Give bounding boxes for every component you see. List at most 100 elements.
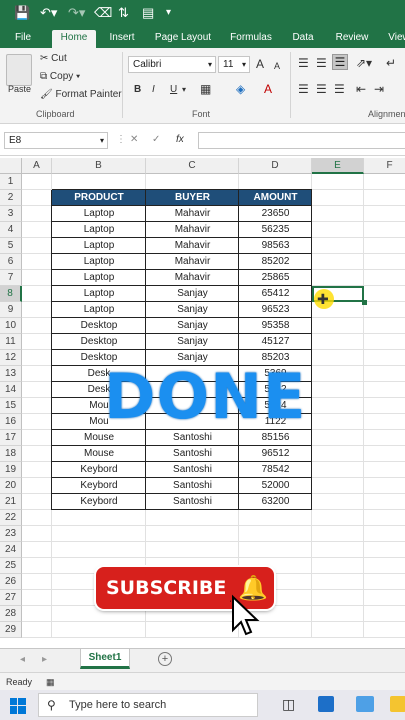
fill-handle[interactable] <box>362 300 367 305</box>
row-header[interactable]: 13 <box>0 366 22 382</box>
column-header-e[interactable]: E <box>312 158 364 174</box>
table-header-cell[interactable]: PRODUCT <box>52 190 146 206</box>
orientation-icon[interactable]: ⇗▾ <box>356 56 372 70</box>
row-header[interactable]: 24 <box>0 542 22 558</box>
underline-button[interactable]: U <box>170 83 177 97</box>
row-header[interactable]: 21 <box>0 494 22 510</box>
formula-input[interactable] <box>198 132 405 149</box>
font-color-button[interactable]: A <box>264 82 272 96</box>
table-cell[interactable]: Laptop <box>52 286 146 302</box>
column-header-a[interactable]: A <box>22 158 52 174</box>
row-header[interactable]: 14 <box>0 382 22 398</box>
name-box[interactable]: E8 ▾ <box>4 132 108 149</box>
row-header[interactable]: 6 <box>0 254 22 270</box>
table-cell[interactable]: Desktop <box>52 334 146 350</box>
table-cell[interactable]: Santoshi <box>146 494 239 510</box>
table-header-cell[interactable]: AMOUNT <box>239 190 312 206</box>
table-header-cell[interactable]: BUYER <box>146 190 239 206</box>
column-header-d[interactable]: D <box>239 158 312 174</box>
underline-dropdown-icon[interactable]: ▾ <box>182 83 186 97</box>
table-cell[interactable]: Laptop <box>52 254 146 270</box>
row-header[interactable]: 22 <box>0 510 22 526</box>
table-cell[interactable]: Desktop <box>52 318 146 334</box>
table-cell[interactable]: 96523 <box>239 302 312 318</box>
row-header[interactable]: 8 <box>0 286 22 302</box>
edge-browser-icon[interactable] <box>318 696 334 712</box>
scroll-left-icon[interactable]: ◂ <box>20 653 25 667</box>
row-header[interactable]: 26 <box>0 574 22 590</box>
row-header[interactable]: 9 <box>0 302 22 318</box>
undo-icon[interactable]: ↶▾ <box>40 4 57 22</box>
windows-start-icon[interactable] <box>10 698 26 714</box>
format-painter-button[interactable]: 🖌 Format Painter <box>40 88 122 102</box>
table-cell[interactable]: Sanjay <box>146 334 239 350</box>
italic-button[interactable]: I <box>152 83 155 97</box>
table-cell[interactable]: 23650 <box>239 206 312 222</box>
table-cell[interactable]: 96512 <box>239 446 312 462</box>
insert-function-button[interactable]: fx <box>176 133 184 147</box>
table-cell[interactable]: Laptop <box>52 238 146 254</box>
table-cell[interactable]: 25865 <box>239 270 312 286</box>
font-size-select[interactable]: 11 ▾ <box>218 56 250 73</box>
align-center-icon[interactable]: ☰ <box>316 82 327 96</box>
table-cell[interactable]: Mahavir <box>146 270 239 286</box>
table-cell[interactable]: 85202 <box>239 254 312 270</box>
row-header[interactable]: 18 <box>0 446 22 462</box>
align-middle-icon[interactable]: ☰ <box>316 56 327 70</box>
table-cell[interactable]: Laptop <box>52 222 146 238</box>
cut-button[interactable]: ✂ Cut <box>40 52 67 66</box>
table-cell[interactable]: 56235 <box>239 222 312 238</box>
tab-formulas[interactable]: Formulas <box>226 30 276 48</box>
table-cell[interactable]: Mahavir <box>146 238 239 254</box>
table-cell[interactable]: Santoshi <box>146 446 239 462</box>
macro-record-icon[interactable]: ▦ <box>46 675 55 689</box>
row-header[interactable]: 2 <box>0 190 22 206</box>
taskbar-search-box[interactable]: ⚲ Type here to search <box>38 693 258 717</box>
table-cell[interactable]: Santoshi <box>146 462 239 478</box>
cancel-icon[interactable]: ✕ <box>130 133 138 147</box>
table-cell[interactable]: Laptop <box>52 206 146 222</box>
table-cell[interactable]: Mahavir <box>146 206 239 222</box>
table-cell[interactable]: 65412 <box>239 286 312 302</box>
decrease-indent-icon[interactable]: ⇤ <box>356 82 366 96</box>
tab-insert[interactable]: Insert <box>104 30 140 48</box>
select-all-corner[interactable] <box>0 158 22 174</box>
table-cell[interactable]: Laptop <box>52 270 146 286</box>
wrap-text-icon[interactable]: ↵ <box>386 56 396 70</box>
table-cell[interactable]: 45127 <box>239 334 312 350</box>
row-header[interactable]: 19 <box>0 462 22 478</box>
shrink-font-button[interactable]: A <box>274 59 280 73</box>
sort-icon[interactable]: ⇅ <box>118 4 129 22</box>
row-header[interactable]: 10 <box>0 318 22 334</box>
align-bottom-icon[interactable]: ☰ <box>332 54 348 70</box>
tab-review[interactable]: Review <box>332 30 372 48</box>
align-right-icon[interactable]: ☰ <box>334 82 345 96</box>
row-header[interactable]: 27 <box>0 590 22 606</box>
copy-button[interactable]: ⧉ Copy ▾ <box>40 70 80 84</box>
table-cell[interactable]: 78542 <box>239 462 312 478</box>
align-top-icon[interactable]: ☰ <box>298 56 309 70</box>
align-left-icon[interactable]: ☰ <box>298 82 309 96</box>
table-cell[interactable]: Santoshi <box>146 478 239 494</box>
font-name-select[interactable]: Calibri ▾ <box>128 56 216 73</box>
table-cell[interactable]: Sanjay <box>146 302 239 318</box>
customize-quick-access-icon[interactable]: ▾ <box>166 4 171 22</box>
tab-view[interactable]: View <box>384 30 405 48</box>
table-cell[interactable]: 52000 <box>239 478 312 494</box>
paste-button[interactable]: Paste <box>8 82 31 96</box>
bold-button[interactable]: B <box>134 83 141 97</box>
task-view-icon[interactable]: ◫ <box>282 696 295 713</box>
row-header[interactable]: 20 <box>0 478 22 494</box>
row-header[interactable]: 16 <box>0 414 22 430</box>
table-cell[interactable]: Keybord <box>52 478 146 494</box>
row-header[interactable]: 7 <box>0 270 22 286</box>
scroll-right-icon[interactable]: ▸ <box>42 653 47 667</box>
save-icon[interactable]: 💾 <box>14 4 30 22</box>
table-cell[interactable]: Keybord <box>52 462 146 478</box>
increase-indent-icon[interactable]: ⇥ <box>374 82 384 96</box>
tab-page-layout[interactable]: Page Layout <box>152 30 214 48</box>
tab-data[interactable]: Data <box>288 30 318 48</box>
row-header[interactable]: 23 <box>0 526 22 542</box>
table-cell[interactable]: Sanjay <box>146 318 239 334</box>
column-header-f[interactable]: F <box>364 158 405 174</box>
